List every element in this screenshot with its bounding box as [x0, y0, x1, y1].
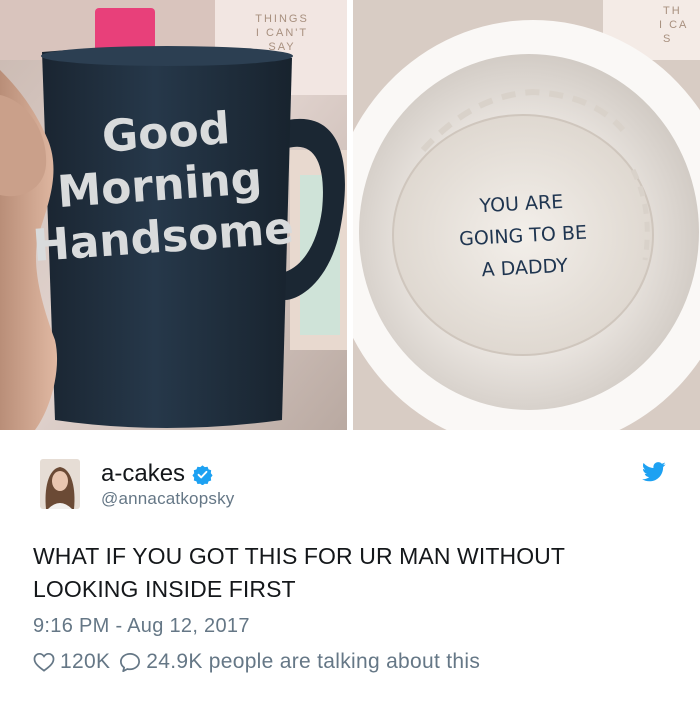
svg-text:I CA: I CA	[659, 19, 688, 31]
svg-text:A DADDY: A DADDY	[481, 255, 569, 281]
verified-badge-icon	[192, 464, 213, 485]
replies-summary: 24.9K people are talking about this	[146, 650, 481, 673]
svg-text:TH: TH	[663, 5, 682, 17]
reply-stat[interactable]: 24.9K people are talking about this	[119, 648, 480, 676]
tweet-text: WHAT IF YOU GOT THIS FOR UR MAN WITHOUT …	[33, 543, 565, 602]
author-name-row: a-cakes	[101, 460, 213, 488]
heart-icon	[33, 652, 55, 672]
svg-text:YOU ARE: YOU ARE	[478, 191, 564, 217]
svg-text:S: S	[663, 33, 672, 45]
mug-inside-image: TH I CA S YOU ARE GOING TO BE A DADDY	[353, 0, 700, 430]
user-handle[interactable]: @annacatkopsky	[101, 488, 234, 510]
photo-mug-inside[interactable]: TH I CA S YOU ARE GOING TO BE A DADDY	[353, 0, 700, 430]
avatar[interactable]	[40, 459, 80, 509]
svg-text:I CAN'T: I CAN'T	[256, 27, 308, 39]
display-name[interactable]: a-cakes	[101, 460, 185, 488]
tweet-stats: 120K 24.9K people are talking about this	[33, 648, 480, 676]
tweet-timestamp[interactable]: 9:16 PM - Aug 12, 2017	[33, 613, 250, 639]
speech-bubble-icon	[120, 652, 141, 672]
mug-outside-image: THINGS I CAN'T SAY Good Morning Handsome	[0, 0, 347, 430]
like-stat[interactable]: 120K	[33, 648, 110, 676]
like-count: 120K	[60, 650, 111, 673]
svg-text:THINGS: THINGS	[255, 13, 309, 25]
photo-mug-outside[interactable]: THINGS I CAN'T SAY Good Morning Handsome	[0, 0, 347, 430]
twitter-bird-icon[interactable]	[642, 462, 666, 482]
photo-collage: THINGS I CAN'T SAY Good Morning Handsome	[0, 0, 700, 430]
svg-text:Good: Good	[100, 103, 231, 163]
avatar-image	[40, 459, 80, 509]
